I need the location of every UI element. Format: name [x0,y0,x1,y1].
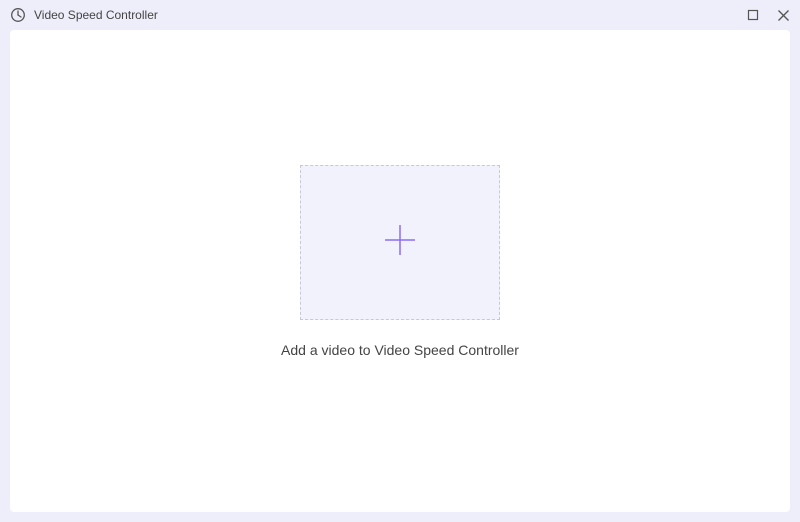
close-button[interactable] [776,8,790,22]
titlebar: Video Speed Controller [0,0,800,30]
app-icon [10,7,26,23]
add-video-dropzone[interactable] [300,165,500,320]
maximize-button[interactable] [746,8,760,22]
app-title: Video Speed Controller [34,8,158,22]
content-area: Add a video to Video Speed Controller [10,30,790,512]
add-video-prompt: Add a video to Video Speed Controller [281,342,519,358]
plus-icon [380,220,420,265]
titlebar-left: Video Speed Controller [10,7,158,23]
titlebar-right [746,8,790,22]
